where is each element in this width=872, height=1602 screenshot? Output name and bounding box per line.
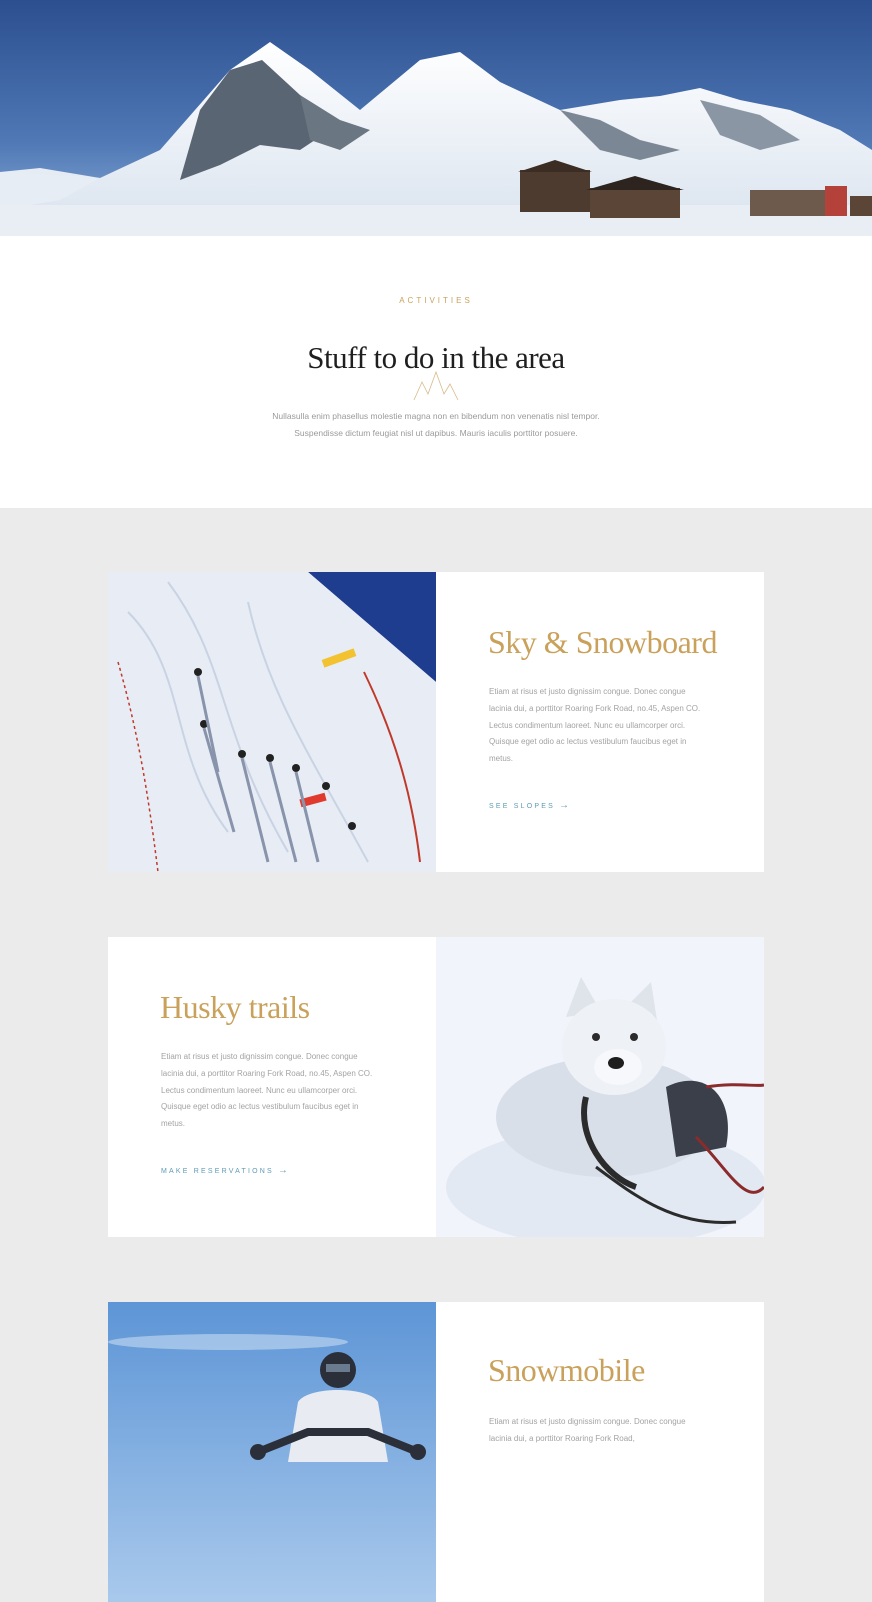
activity-title: Snowmobile (488, 1352, 645, 1388)
see-slopes-link[interactable]: SEE SLOPES → (489, 800, 569, 811)
activity-text: Husky trails Etiam at risus et justo dig… (108, 937, 436, 1237)
activity-image (108, 572, 436, 872)
activity-image (108, 1302, 436, 1602)
section-eyebrow: ACTIVITIES (399, 296, 473, 305)
activity-title: Husky trails (160, 989, 310, 1025)
section-description: Nullasulla enim phasellus molestie magna… (272, 411, 600, 438)
husky-in-snow-image (436, 937, 764, 1237)
activity-description: Etiam at risus et justo dignissim congue… (161, 1052, 373, 1129)
activity-text: Sky & Snowboard Etiam at risus et justo … (436, 572, 764, 872)
snowmobile-rider-image (108, 1302, 436, 1602)
activity-title: Sky & Snowboard (488, 624, 717, 660)
activity-image (436, 937, 764, 1237)
link-label: MAKE RESERVATIONS (161, 1168, 274, 1175)
activity-description: Etiam at risus et justo dignissim congue… (489, 1417, 686, 1443)
link-label: SEE SLOPES (489, 803, 555, 810)
activity-text: Snowmobile Etiam at risus et justo digni… (436, 1302, 764, 1602)
make-reservations-link[interactable]: MAKE RESERVATIONS → (161, 1165, 288, 1176)
activity-card-ski: Sky & Snowboard Etiam at risus et justo … (108, 572, 764, 872)
activity-card-snowmobile: Snowmobile Etiam at risus et justo digni… (108, 1302, 764, 1602)
mountain-ornament-icon (413, 370, 459, 401)
skiers-on-slope-image (108, 572, 436, 872)
arrow-right-icon: → (277, 1165, 288, 1176)
hero-mountain-image (0, 0, 872, 236)
arrow-right-icon: → (558, 800, 569, 811)
activity-description: Etiam at risus et justo dignissim congue… (489, 687, 701, 764)
activity-card-husky: Husky trails Etiam at risus et justo dig… (108, 937, 764, 1237)
hero-banner (0, 0, 872, 236)
intro-section: ACTIVITIES Stuff to do in the area Nulla… (0, 236, 872, 508)
